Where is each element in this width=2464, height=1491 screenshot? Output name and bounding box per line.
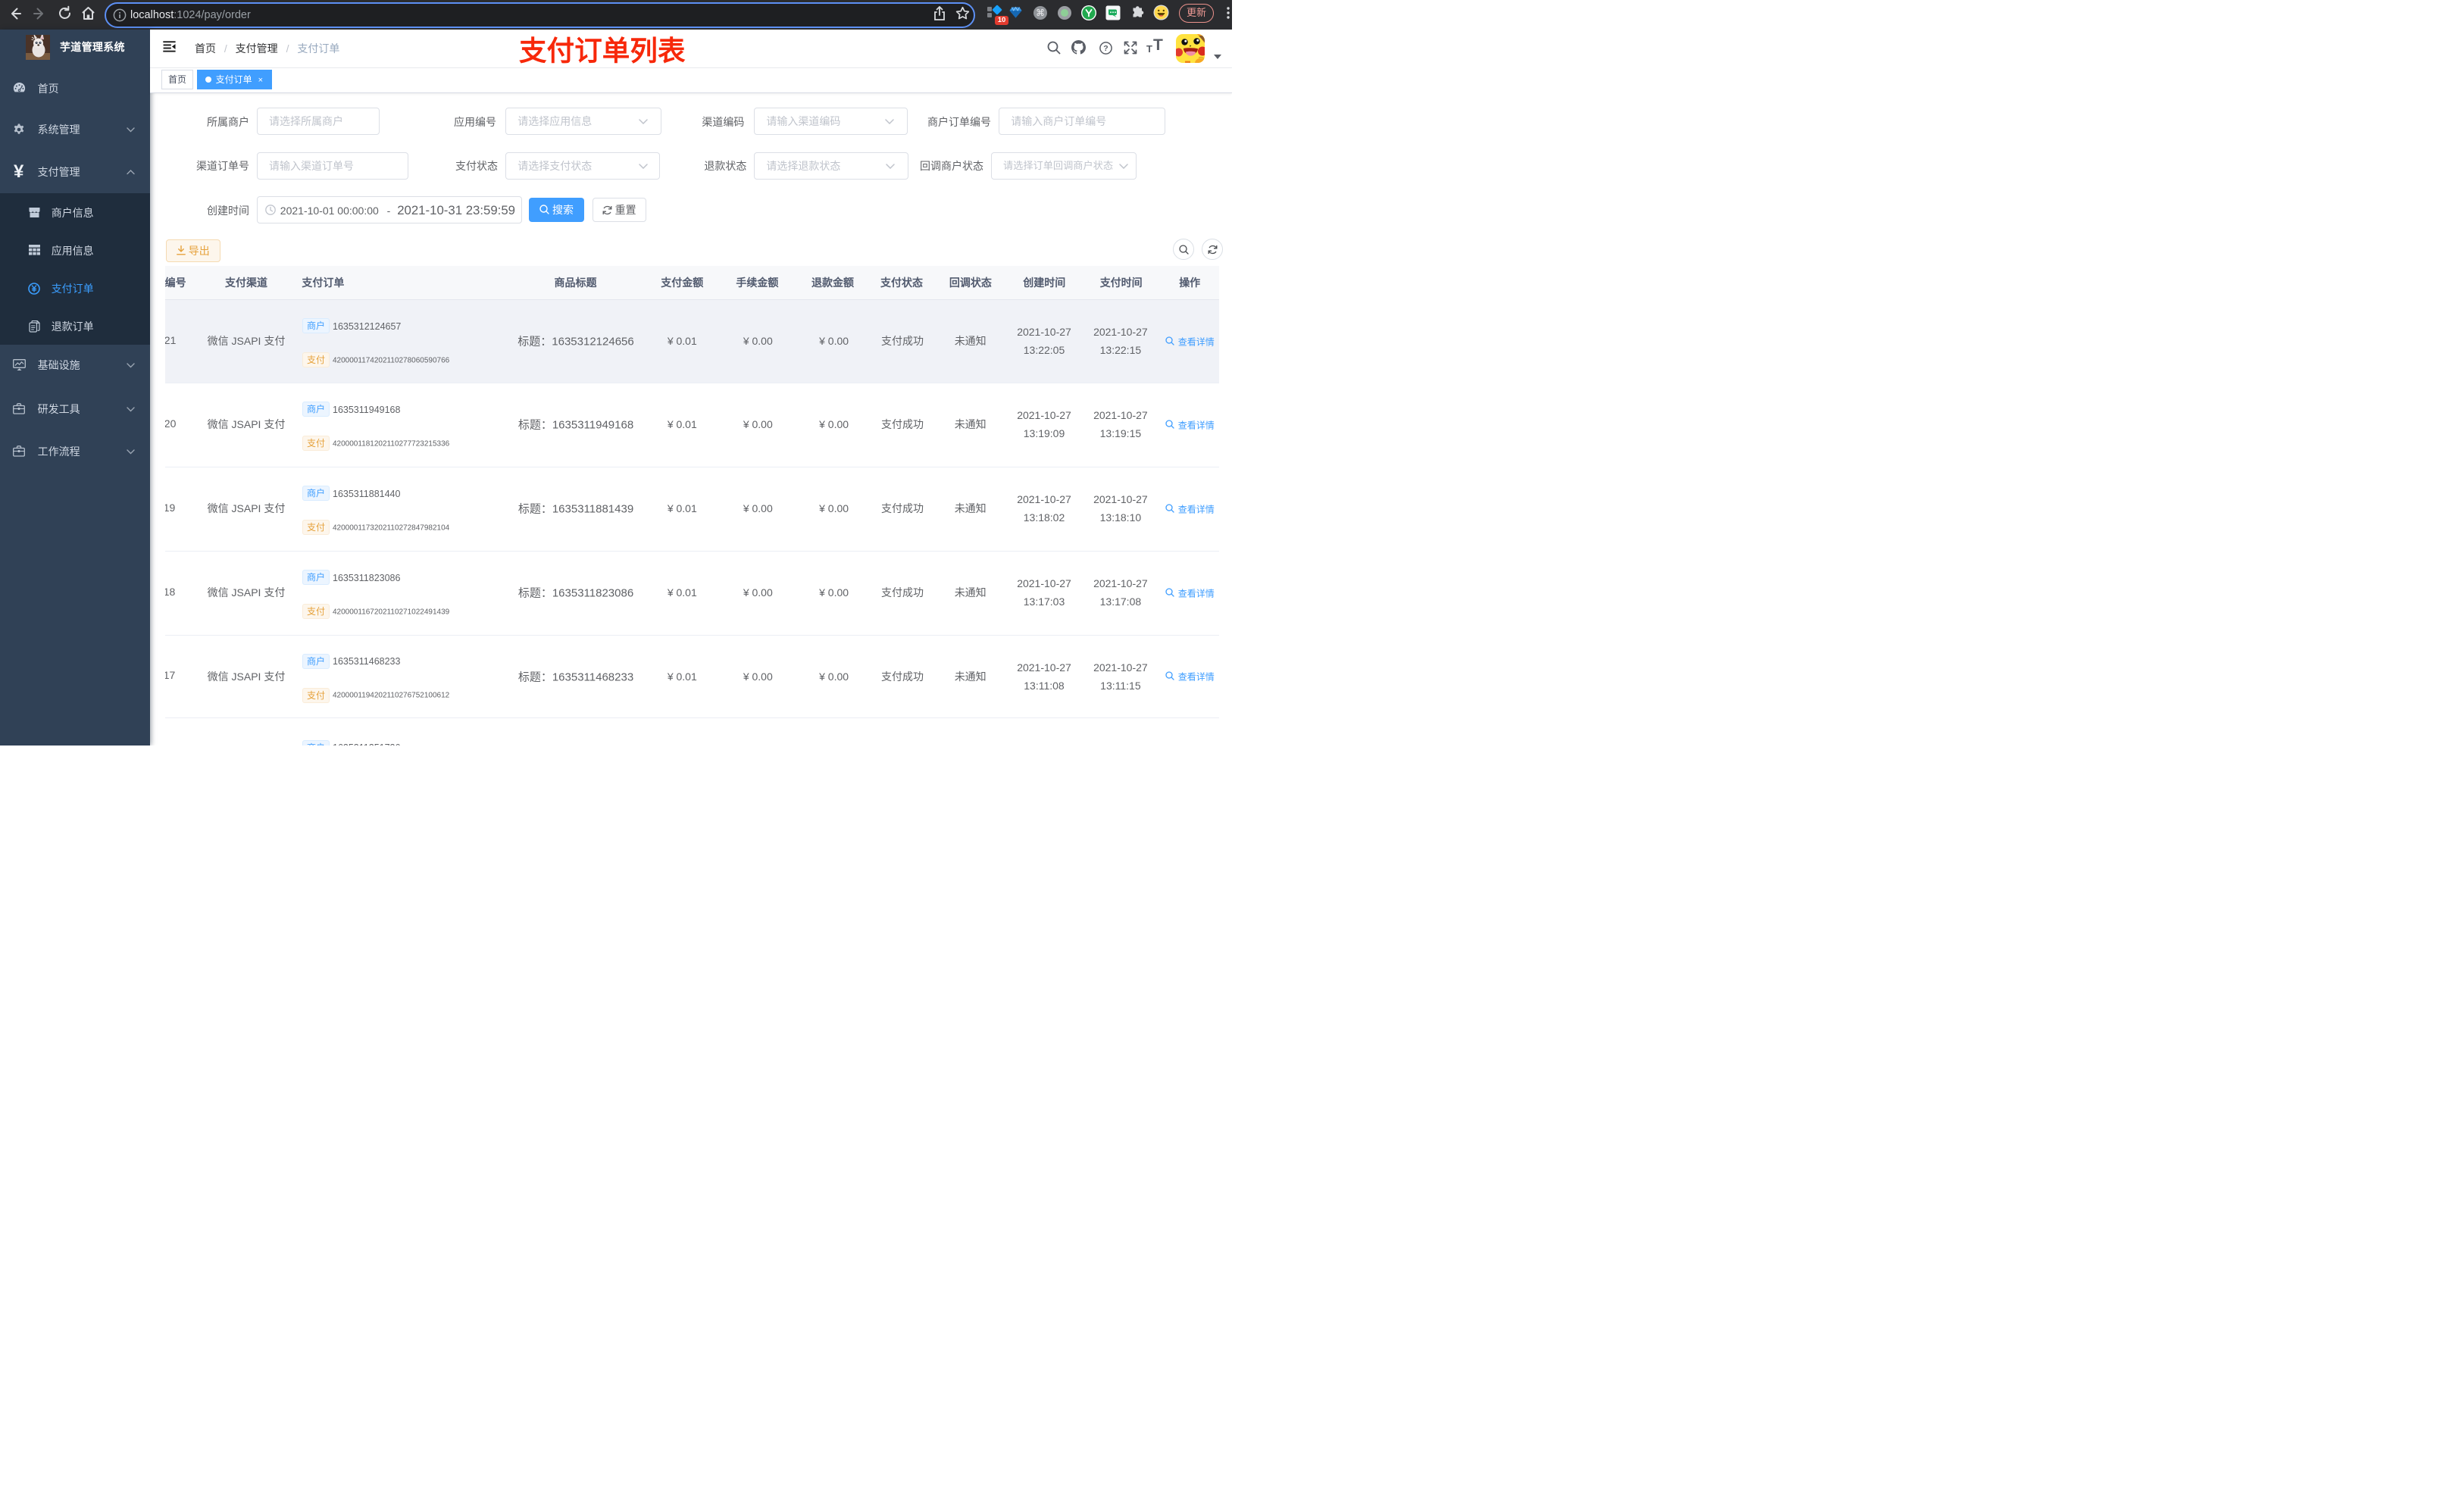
svg-text:?: ? bbox=[1103, 44, 1108, 53]
svg-text:⌘: ⌘ bbox=[1036, 8, 1045, 18]
